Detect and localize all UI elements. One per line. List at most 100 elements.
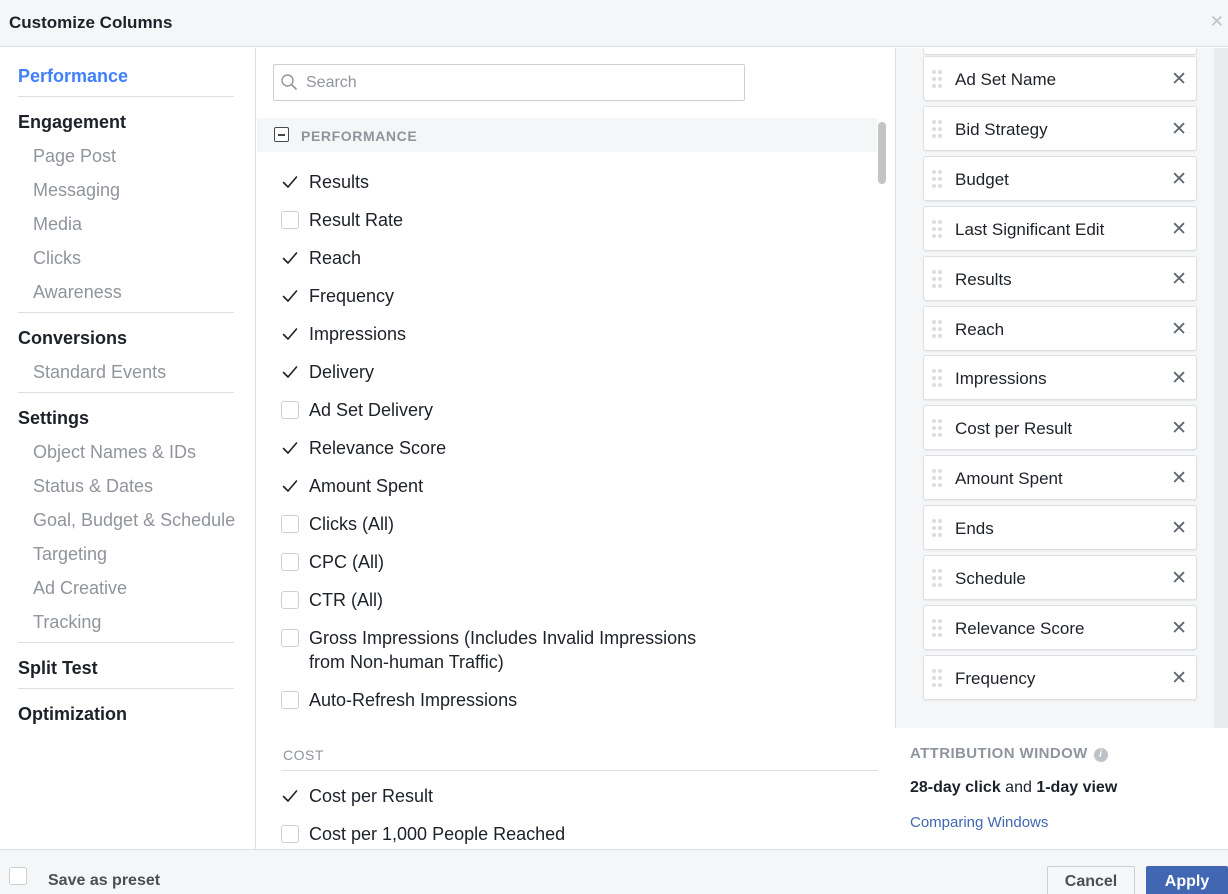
drag-handle-icon[interactable]: [932, 569, 944, 587]
selected-column-item[interactable]: Impressions ✕: [923, 355, 1197, 401]
search-field[interactable]: [273, 64, 745, 101]
attribution-value: 28-day click and 1-day view: [910, 779, 1117, 797]
checkbox[interactable]: [281, 691, 299, 709]
selected-column-item[interactable]: Cost per Result ✕: [923, 405, 1197, 451]
checkbox[interactable]: [281, 553, 299, 571]
sidebar-item-optimization[interactable]: Optimization: [18, 704, 234, 725]
checkbox-label: Amount Spent: [309, 476, 424, 496]
selected-column-item[interactable]: Ad Set Name ✕: [923, 56, 1197, 101]
sidebar-subitem-targeting[interactable]: Targeting: [33, 544, 107, 565]
drag-handle-icon[interactable]: [932, 519, 944, 538]
checkmark-icon[interactable]: [281, 287, 299, 305]
checkbox-label: Cost per Result: [309, 786, 434, 806]
drag-handle-icon[interactable]: [932, 668, 944, 687]
checkmark-icon[interactable]: [281, 477, 299, 495]
selected-column-item[interactable]: Amount Spent ✕: [923, 455, 1197, 501]
selected-column-item[interactable]: Results ✕: [923, 255, 1197, 301]
drag-handle-icon[interactable]: [932, 419, 944, 438]
sidebar-subitem-messaging[interactable]: Messaging: [33, 180, 120, 201]
sidebar-item-performance[interactable]: Performance: [18, 66, 234, 87]
selected-column-item[interactable]: Schedule ✕: [923, 555, 1197, 600]
sidebar-item-conversions[interactable]: Conversions: [18, 328, 234, 349]
drag-handle-icon[interactable]: [932, 369, 944, 388]
sidebar-subitem-status-dates[interactable]: Status & Dates: [33, 476, 153, 497]
remove-icon[interactable]: ✕: [1171, 218, 1187, 241]
save-preset-checkbox[interactable]: [9, 867, 27, 885]
drag-handle-icon[interactable]: [932, 269, 944, 288]
sidebar-subitem-tracking[interactable]: Tracking: [33, 612, 101, 633]
selected-columns-list: Ad Set Name ✕ Bid Strategy ✕ Budget ✕ Last Sig…: [895, 48, 1228, 728]
remove-icon[interactable]: ✕: [1171, 567, 1187, 590]
checkbox[interactable]: [281, 401, 299, 419]
remove-icon[interactable]: ✕: [1171, 68, 1187, 91]
sidebar-subitem-media[interactable]: Media: [33, 214, 82, 235]
drag-handle-icon[interactable]: [932, 70, 944, 88]
drag-handle-icon[interactable]: [932, 169, 944, 188]
column-name: Cost per Result: [955, 419, 1073, 439]
drag-handle-icon[interactable]: [932, 618, 944, 637]
checkmark-icon[interactable]: [281, 363, 299, 381]
drag-handle-icon[interactable]: [932, 119, 944, 138]
search-input[interactable]: [306, 72, 726, 94]
column-name: Amount Spent: [955, 469, 1063, 489]
selected-columns-panel: Ad Set Name ✕ Bid Strategy ✕ Budget ✕ Last Sig…: [895, 48, 1228, 849]
drag-handle-icon[interactable]: [932, 469, 944, 488]
checkbox-label: Auto-Refresh Impressions: [309, 690, 518, 710]
sidebar-subitem-ad-creative[interactable]: Ad Creative: [33, 578, 127, 599]
checkbox[interactable]: [281, 515, 299, 533]
selected-column-item[interactable]: Budget ✕: [923, 155, 1197, 201]
sidebar-subitem-object-names-ids[interactable]: Object Names & IDs: [33, 442, 196, 463]
remove-icon[interactable]: ✕: [1171, 318, 1187, 341]
sidebar-subitem-clicks[interactable]: Clicks: [33, 248, 81, 269]
checkmark-icon[interactable]: [281, 325, 299, 343]
selected-column-item[interactable]: Last Significant Edit ✕: [923, 205, 1197, 251]
checkbox[interactable]: [281, 591, 299, 609]
sidebar-item-split-test[interactable]: Split Test: [18, 658, 234, 679]
remove-icon[interactable]: ✕: [1171, 168, 1187, 191]
column-name: Bid Strategy: [955, 119, 1048, 139]
search-icon: [281, 74, 297, 90]
scrollbar[interactable]: [878, 122, 886, 184]
checkmark-icon[interactable]: [281, 173, 299, 191]
cancel-button[interactable]: Cancel: [1047, 866, 1135, 894]
remove-icon[interactable]: ✕: [1171, 517, 1187, 540]
checkmark-icon[interactable]: [281, 439, 299, 457]
comparing-windows-link[interactable]: Comparing Windows: [910, 814, 1048, 831]
selected-column-item-partial: [923, 48, 1197, 55]
checkbox[interactable]: [281, 825, 299, 843]
remove-icon[interactable]: ✕: [1171, 118, 1187, 141]
apply-button[interactable]: Apply: [1146, 866, 1228, 894]
drag-handle-icon[interactable]: [932, 219, 944, 238]
checkbox[interactable]: [281, 629, 299, 647]
remove-icon[interactable]: ✕: [1171, 417, 1187, 440]
remove-icon[interactable]: ✕: [1171, 467, 1187, 490]
sidebar-item-settings[interactable]: Settings: [18, 408, 234, 429]
checkbox-label: Reach: [309, 248, 362, 268]
drag-handle-icon[interactable]: [932, 319, 944, 338]
sidebar-subitem-goal-budget-schedule[interactable]: Goal, Budget & Schedule: [33, 510, 235, 531]
attribution-joiner: and: [1000, 779, 1037, 796]
remove-icon[interactable]: ✕: [1171, 367, 1187, 390]
selected-column-item[interactable]: Relevance Score ✕: [923, 604, 1197, 650]
checkmark-icon[interactable]: [281, 787, 299, 805]
checkmark-icon[interactable]: [281, 249, 299, 267]
sidebar-item-engagement[interactable]: Engagement: [18, 112, 234, 133]
sidebar-subitem-page-post[interactable]: Page Post: [33, 146, 116, 167]
sidebar-subitem-standard-events[interactable]: Standard Events: [33, 362, 166, 383]
remove-icon[interactable]: ✕: [1171, 268, 1187, 291]
remove-icon[interactable]: ✕: [1171, 667, 1187, 690]
sidebar-subitem-awareness[interactable]: Awareness: [33, 282, 122, 303]
remove-icon[interactable]: ✕: [1171, 617, 1187, 640]
selected-column-item[interactable]: Frequency ✕: [923, 654, 1197, 700]
selected-column-item[interactable]: Ends ✕: [923, 505, 1197, 551]
close-icon[interactable]: ✕: [1210, 12, 1224, 32]
info-icon[interactable]: i: [1093, 748, 1108, 762]
scrollbar[interactable]: [1214, 48, 1228, 728]
collapse-icon[interactable]: [274, 127, 289, 142]
column-name: Ends: [955, 519, 994, 539]
checkbox[interactable]: [281, 211, 299, 229]
selected-column-item[interactable]: Bid Strategy ✕: [923, 105, 1197, 151]
performance-section-header[interactable]: PERFORMANCE: [257, 118, 877, 152]
selected-column-item[interactable]: Reach ✕: [923, 305, 1197, 351]
column-name: Impressions: [955, 369, 1047, 389]
